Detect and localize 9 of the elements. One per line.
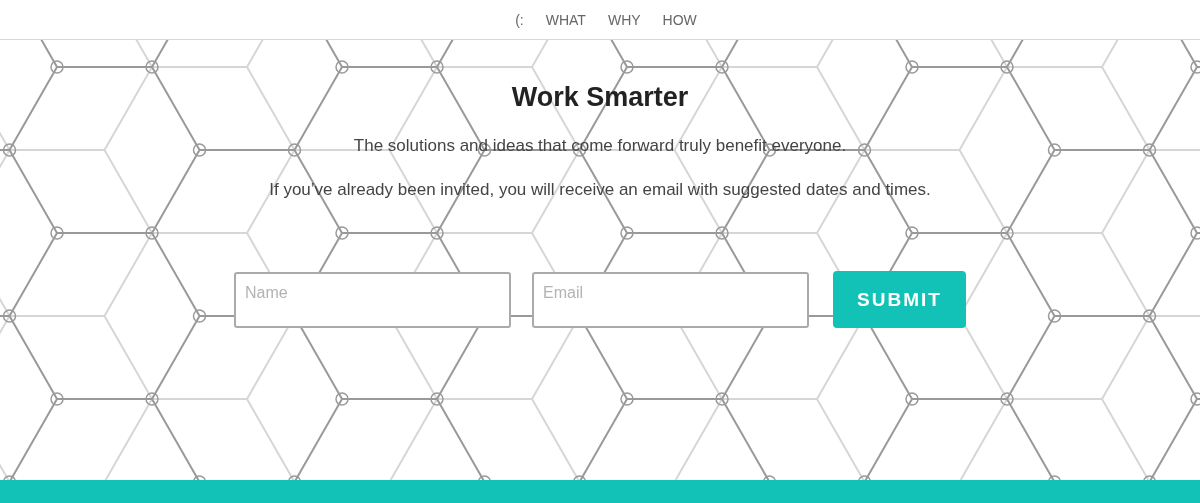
nav-link[interactable]: WHAT (545, 11, 586, 28)
page-title: Work Smarter (511, 82, 689, 113)
intro-text: The solutions and ideas that come forward truly benefit everyone. (353, 135, 847, 157)
nav-link[interactable]: WHY (607, 11, 641, 28)
nav-link[interactable]: HOW (662, 11, 697, 28)
input-field[interactable]: Email (532, 271, 809, 328)
nav-link[interactable]: (: (515, 11, 524, 28)
input-field[interactable]: Name (234, 271, 511, 328)
intro-text: If you’ve already been invited, you will receive an email with suggested dates and times. (269, 179, 931, 201)
